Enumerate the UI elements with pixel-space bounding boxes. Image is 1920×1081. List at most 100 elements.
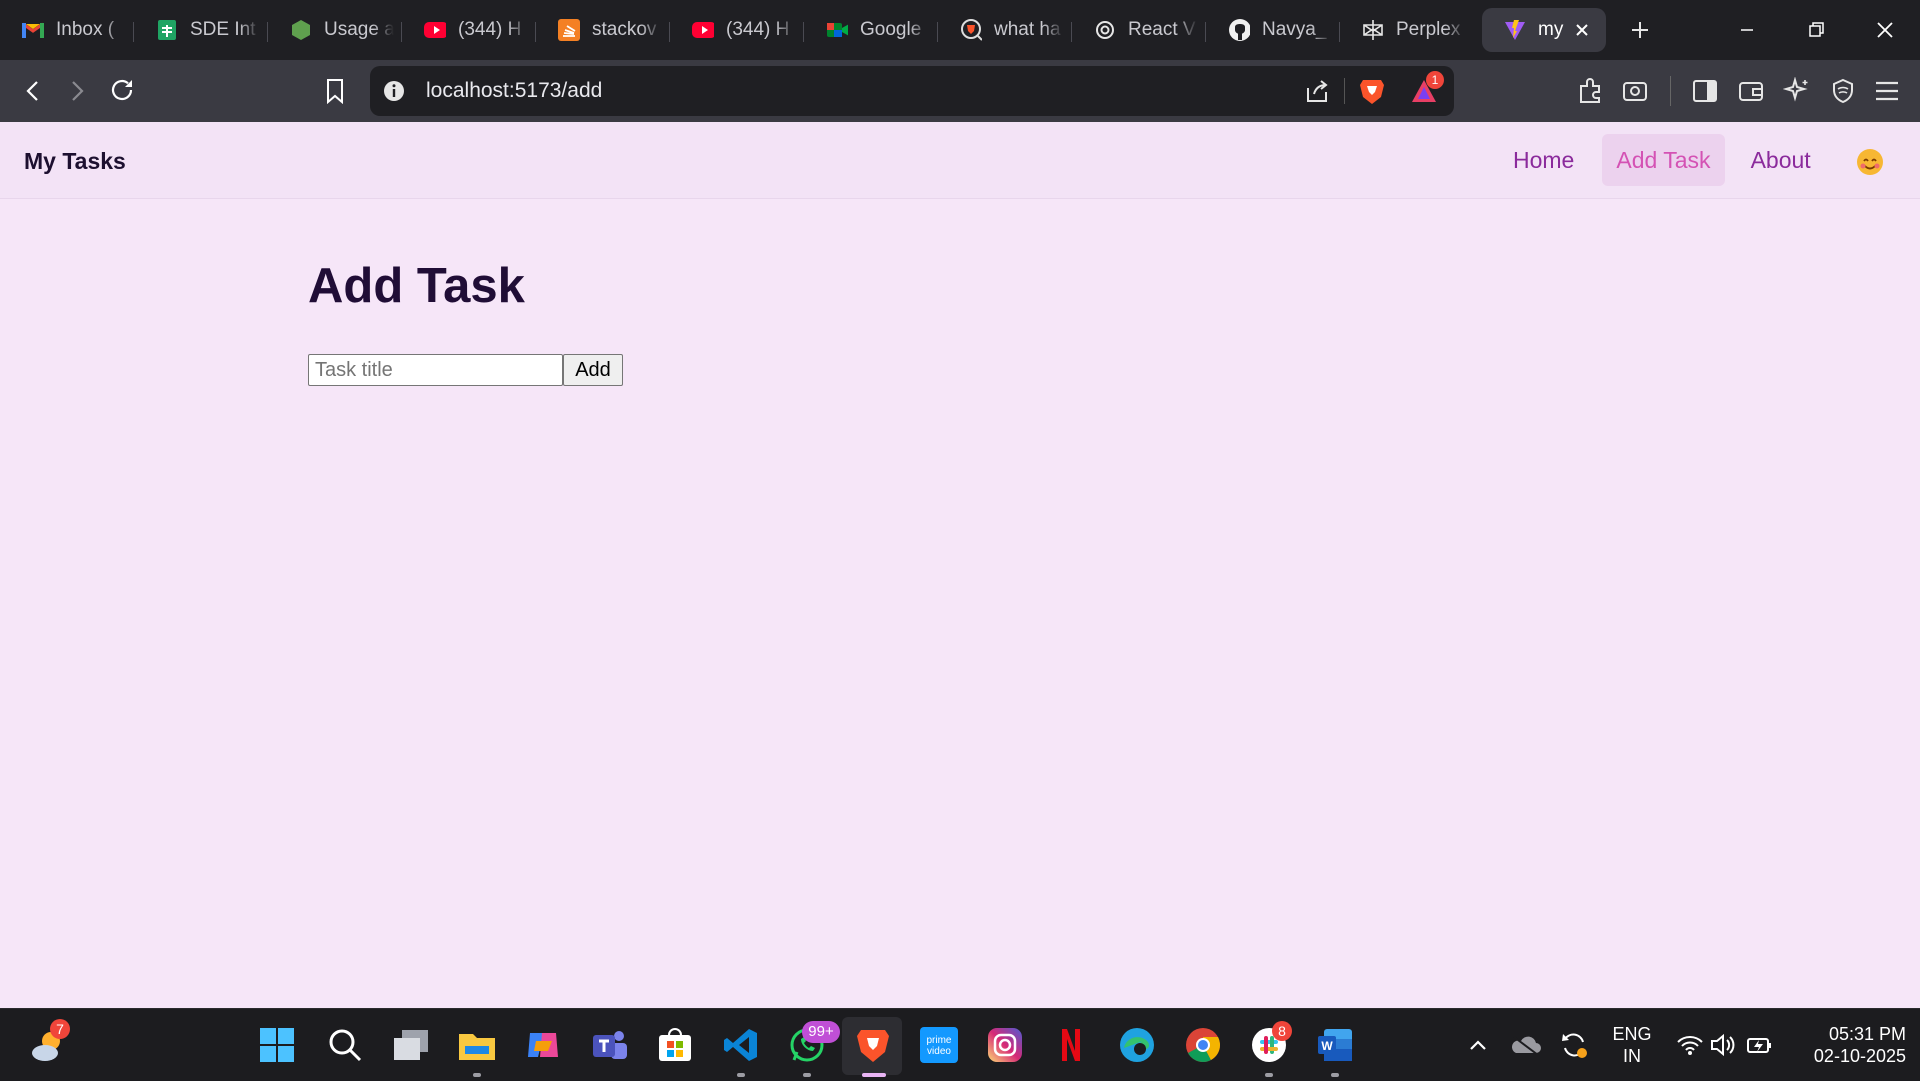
word-icon[interactable]: W — [1314, 1024, 1356, 1066]
extensions-icon[interactable] — [1574, 74, 1608, 108]
tab-sheets[interactable]: SDE Int — [134, 8, 268, 52]
start-windows-icon[interactable] — [256, 1024, 298, 1066]
copilot-icon[interactable] — [522, 1024, 564, 1066]
perplexity-icon — [1362, 19, 1384, 41]
tab-brave-search[interactable]: what ha — [938, 8, 1072, 52]
slack-badge: 8 — [1272, 1021, 1292, 1041]
svg-text:prime: prime — [926, 1035, 951, 1046]
google-meet-icon — [826, 19, 848, 41]
whatsapp-badge: 99+ — [802, 1021, 840, 1043]
clock-time: 05:31 PM — [1828, 1024, 1906, 1044]
nav-about[interactable]: About — [1737, 134, 1825, 186]
tray-chevron-up-icon[interactable] — [1458, 1024, 1498, 1066]
nav-add-task[interactable]: Add Task — [1602, 134, 1725, 186]
new-tab-button[interactable] — [1620, 10, 1660, 50]
tab-label: Google — [860, 19, 922, 40]
tab-label: Perplex — [1396, 19, 1461, 40]
bookmark-icon[interactable] — [318, 74, 352, 108]
task-view-icon[interactable] — [390, 1024, 432, 1066]
reload-button[interactable] — [106, 74, 140, 108]
browser-toolbar: localhost:5173/add 1 — [0, 60, 1920, 122]
tab-label: Navya_ — [1262, 19, 1327, 40]
onedrive-offline-icon[interactable] — [1506, 1024, 1546, 1066]
leo-ai-icon[interactable] — [1780, 74, 1814, 108]
google-sheets-icon — [156, 19, 178, 41]
nav-home[interactable]: Home — [1499, 134, 1588, 186]
app-header: My Tasks Home Add Task About — [0, 122, 1920, 199]
openai-icon — [1094, 19, 1116, 41]
sync-icon[interactable] — [1554, 1024, 1594, 1066]
tab-label: my — [1538, 19, 1564, 40]
windows-taskbar: 7 99+ prime video 8 W ENG IN 05:31 PM 02… — [0, 1008, 1920, 1081]
page-title: Add Task — [308, 259, 525, 313]
nav-bar: Home Add Task About — [1499, 134, 1825, 186]
gmail-icon — [22, 19, 44, 41]
tab-google-meet[interactable]: Google — [804, 8, 938, 52]
tab-gmail[interactable]: Inbox ( — [0, 8, 134, 52]
close-window-button[interactable] — [1850, 0, 1920, 60]
tab-perplexity[interactable]: Perplex — [1340, 8, 1474, 52]
svg-text:video: video — [927, 1046, 951, 1057]
file-explorer-icon[interactable] — [456, 1024, 498, 1066]
youtube-icon — [692, 19, 714, 41]
instagram-icon[interactable] — [984, 1024, 1026, 1066]
chrome-icon[interactable] — [1182, 1024, 1224, 1066]
tab-active-my[interactable]: my — [1482, 8, 1606, 52]
tab-label: Inbox ( — [56, 19, 115, 40]
tab-label: stackov — [592, 19, 657, 40]
url-text[interactable]: localhost:5173/add — [426, 79, 602, 103]
ms-store-icon[interactable] — [654, 1024, 696, 1066]
svg-text:W: W — [1321, 1039, 1333, 1053]
language-indicator[interactable]: ENG IN — [1604, 1023, 1660, 1067]
stackoverflow-icon — [558, 19, 580, 41]
tab-label: (344) H — [458, 19, 522, 40]
clock[interactable]: 05:31 PM 02-10-2025 — [1786, 1023, 1906, 1067]
tab-label: Usage a — [324, 19, 394, 40]
github-icon — [1228, 19, 1250, 41]
minimize-button[interactable] — [1712, 0, 1782, 60]
forward-button[interactable] — [60, 74, 94, 108]
netflix-icon[interactable] — [1050, 1024, 1092, 1066]
menu-icon[interactable] — [1870, 74, 1904, 108]
vscode-icon[interactable] — [720, 1024, 762, 1066]
brave-search-icon — [960, 19, 982, 41]
tab-youtube-1[interactable]: (344) H — [402, 8, 536, 52]
restore-button[interactable] — [1782, 0, 1852, 60]
browser-tab-strip: Inbox ( SDE Int Usage a (344) H stackov — [0, 0, 1920, 60]
teams-icon[interactable] — [588, 1024, 630, 1066]
edge-icon[interactable] — [1116, 1024, 1158, 1066]
nodejs-icon — [290, 19, 312, 41]
prime-video-icon[interactable]: prime video — [918, 1024, 960, 1066]
vite-icon — [1504, 19, 1526, 41]
avatar-emoji-icon[interactable] — [1856, 148, 1884, 176]
youtube-icon — [424, 19, 446, 41]
tab-label: SDE Int — [190, 19, 256, 40]
brave-browser-icon[interactable] — [852, 1024, 894, 1066]
tab-openai[interactable]: React V — [1072, 8, 1206, 52]
tab-label: (344) H — [726, 19, 790, 40]
tab-github[interactable]: Navya_ — [1206, 8, 1340, 52]
tab-youtube-2[interactable]: (344) H — [670, 8, 804, 52]
vpn-shield-icon[interactable] — [1826, 74, 1860, 108]
address-bar[interactable]: localhost:5173/add 1 — [370, 66, 1454, 116]
brave-shields-icon[interactable] — [1358, 76, 1386, 111]
tab-nodejs[interactable]: Usage a — [268, 8, 402, 52]
tab-stackoverflow[interactable]: stackov — [536, 8, 670, 52]
sidebar-icon[interactable] — [1688, 74, 1722, 108]
volume-icon[interactable] — [1704, 1024, 1744, 1066]
task-title-input[interactable] — [308, 354, 563, 386]
rewards-badge: 1 — [1426, 71, 1444, 89]
wallet-icon[interactable] — [1734, 74, 1768, 108]
close-tab-icon[interactable] — [1570, 18, 1594, 42]
tab-label: React V — [1128, 19, 1196, 40]
add-task-button[interactable]: Add — [563, 354, 623, 386]
share-icon[interactable] — [1304, 78, 1330, 109]
search-icon[interactable] — [324, 1024, 366, 1066]
battery-charging-icon[interactable] — [1740, 1024, 1780, 1066]
tab-label: what ha — [994, 19, 1061, 40]
brand-title[interactable]: My Tasks — [24, 148, 126, 175]
back-button[interactable] — [16, 74, 50, 108]
site-info-icon[interactable] — [382, 79, 406, 108]
screenshot-icon[interactable] — [1618, 74, 1652, 108]
clock-date: 02-10-2025 — [1813, 1046, 1906, 1066]
